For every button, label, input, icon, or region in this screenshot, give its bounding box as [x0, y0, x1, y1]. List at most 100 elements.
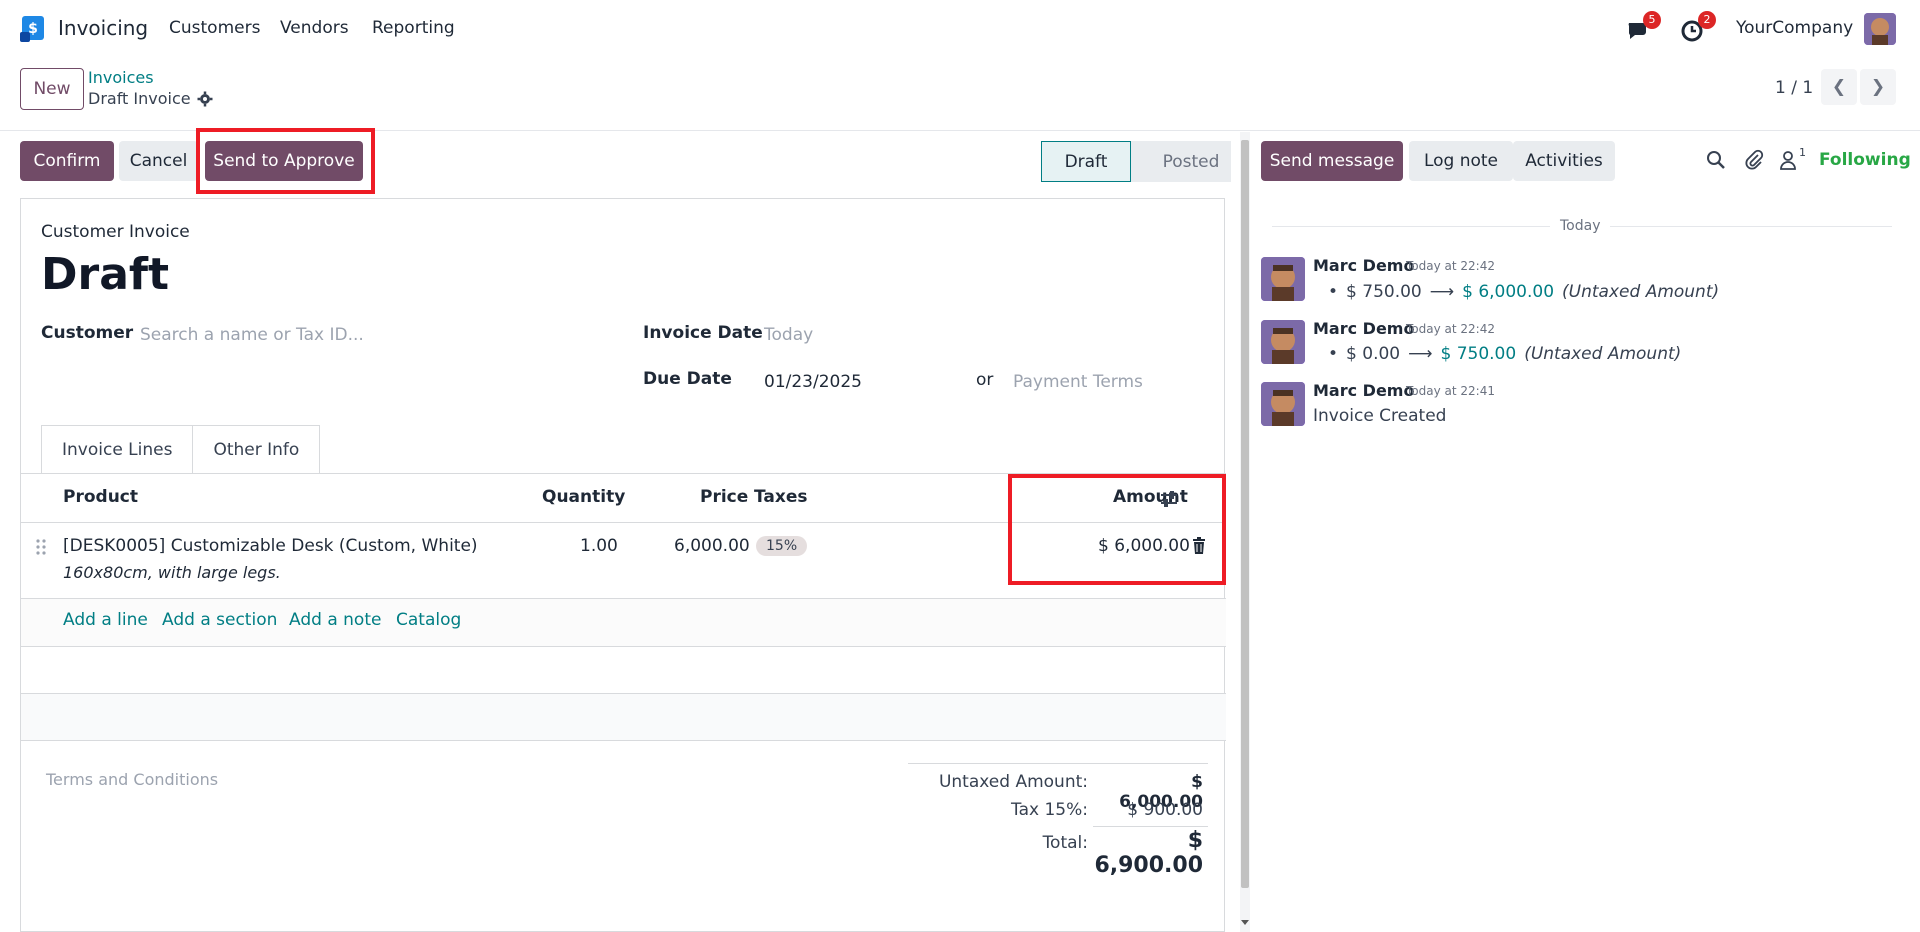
- column-quantity[interactable]: Quantity: [542, 487, 625, 507]
- tracking-old-value: $ 750.00: [1346, 282, 1422, 302]
- bullet-icon: •: [1328, 282, 1339, 302]
- breadcrumb-current-label: Draft Invoice: [88, 89, 191, 108]
- avatar[interactable]: [1261, 320, 1305, 364]
- menu-vendors[interactable]: Vendors: [280, 18, 349, 38]
- invoice-date-input[interactable]: Today: [764, 325, 813, 345]
- following-toggle[interactable]: Following: [1819, 150, 1911, 170]
- tracking-new-value: $ 6,000.00: [1462, 282, 1555, 302]
- line-tax-badge[interactable]: 15%: [756, 536, 808, 556]
- new-button[interactable]: New: [20, 68, 84, 110]
- message-body: • $ 750.00 ⟶ $ 6,000.00 (Untaxed Amount): [1328, 282, 1719, 302]
- form-scrollbar-thumb[interactable]: [1241, 140, 1249, 888]
- due-date-label: Due Date: [643, 369, 732, 389]
- add-line-link[interactable]: Add a line: [63, 610, 148, 630]
- invoice-title: Draft: [41, 249, 170, 300]
- chevron-left-icon: ❮: [1831, 77, 1847, 97]
- row-divider: [21, 598, 1226, 599]
- company-switcher[interactable]: YourCompany: [1736, 18, 1853, 38]
- message-author[interactable]: Marc Demo: [1313, 319, 1414, 338]
- confirm-button[interactable]: Confirm: [20, 141, 114, 181]
- message-time: Today at 22:41: [1406, 384, 1495, 398]
- menu-customers[interactable]: Customers: [169, 18, 260, 38]
- messages-badge: 5: [1643, 11, 1661, 29]
- send-message-button[interactable]: Send message: [1261, 141, 1403, 181]
- cancel-button[interactable]: Cancel: [119, 141, 198, 181]
- app-name[interactable]: Invoicing: [58, 16, 148, 40]
- chevron-right-icon: ❯: [1870, 77, 1886, 97]
- status-draft[interactable]: Draft: [1041, 141, 1131, 182]
- untaxed-label: Untaxed Amount:: [938, 772, 1088, 792]
- catalog-link[interactable]: Catalog: [396, 610, 461, 630]
- message-time: Today at 22:42: [1406, 259, 1495, 273]
- message-text: Invoice Created: [1313, 406, 1447, 426]
- total-value: $ 6,900.00: [1094, 828, 1203, 878]
- empty-row: [21, 694, 1226, 740]
- search-icon[interactable]: [1706, 150, 1726, 170]
- date-separator-line-right: [1610, 226, 1892, 227]
- line-product[interactable]: [DESK0005] Customizable Desk (Custom, Wh…: [63, 536, 478, 556]
- terms-conditions-input[interactable]: Terms and Conditions: [46, 770, 218, 789]
- drag-handle-icon[interactable]: [35, 538, 47, 556]
- column-product[interactable]: Product: [63, 487, 138, 507]
- status-posted[interactable]: Posted: [1131, 141, 1231, 182]
- activities-badge: 2: [1698, 11, 1716, 29]
- top-navbar: $ Invoicing Customers Vendors Reporting …: [0, 0, 1920, 58]
- totals-divider: [908, 763, 1208, 764]
- breadcrumb-current: Draft Invoice: [88, 89, 213, 108]
- bullet-icon: •: [1328, 344, 1339, 364]
- invoice-date-label: Invoice Date: [643, 323, 763, 343]
- followers-icon[interactable]: [1780, 150, 1796, 170]
- invoicing-app-icon[interactable]: $: [20, 16, 46, 42]
- message-author[interactable]: Marc Demo: [1313, 381, 1414, 400]
- or-label: or: [976, 370, 994, 390]
- message-body: • $ 0.00 ⟶ $ 750.00 (Untaxed Amount): [1328, 344, 1681, 364]
- highlight-send-to-approve: [196, 128, 375, 194]
- form-tabs: Invoice Lines Other Info: [41, 425, 321, 473]
- activities-button[interactable]: Activities: [1513, 141, 1615, 181]
- arrow-right-icon: ⟶: [1408, 344, 1433, 364]
- highlight-amount-column: [1008, 474, 1226, 585]
- tracking-new-value: $ 750.00: [1440, 344, 1517, 364]
- line-description[interactable]: 160x80cm, with large legs.: [63, 563, 281, 582]
- tax-value: $ 900.00: [1127, 800, 1203, 820]
- avatar[interactable]: [1261, 257, 1305, 301]
- paperclip-icon[interactable]: [1744, 149, 1764, 171]
- column-taxes[interactable]: Taxes: [754, 487, 808, 507]
- breadcrumb-invoices[interactable]: Invoices: [88, 68, 154, 87]
- menu-reporting[interactable]: Reporting: [372, 18, 455, 38]
- log-note-button[interactable]: Log note: [1409, 141, 1513, 181]
- add-note-link[interactable]: Add a note: [289, 610, 381, 630]
- followers-count: 1: [1799, 146, 1806, 159]
- line-quantity[interactable]: 1.00: [580, 536, 618, 556]
- add-section-link[interactable]: Add a section: [162, 610, 277, 630]
- scroll-down-icon[interactable]: [1239, 918, 1251, 928]
- row-divider: [21, 646, 1226, 647]
- payment-terms-input[interactable]: Payment Terms: [1013, 372, 1143, 392]
- column-price[interactable]: Price: [700, 487, 748, 507]
- row-divider: [21, 740, 1226, 741]
- message-time: Today at 22:42: [1406, 322, 1495, 336]
- tab-other-info[interactable]: Other Info: [193, 425, 321, 473]
- arrow-right-icon: ⟶: [1429, 282, 1455, 302]
- pager-next-button[interactable]: ❯: [1860, 69, 1896, 105]
- tax-label: Tax 15%:: [1011, 800, 1088, 820]
- status-bar: Draft Posted: [1041, 141, 1231, 182]
- line-price[interactable]: 6,000.00: [674, 536, 750, 556]
- messages-icon[interactable]: 5: [1625, 11, 1661, 43]
- pager-previous-button[interactable]: ❮: [1821, 69, 1857, 105]
- message-author[interactable]: Marc Demo: [1313, 256, 1414, 275]
- tracking-field-name: (Untaxed Amount): [1524, 344, 1682, 364]
- tracking-field-name: (Untaxed Amount): [1562, 282, 1720, 302]
- invoice-type-label: Customer Invoice: [41, 222, 190, 242]
- svg-text:$: $: [28, 21, 38, 37]
- total-divider: [1093, 826, 1208, 827]
- tab-invoice-lines[interactable]: Invoice Lines: [41, 425, 194, 473]
- due-date-input[interactable]: 01/23/2025: [764, 372, 862, 392]
- customer-input[interactable]: Search a name or Tax ID...: [140, 325, 364, 345]
- pager-value[interactable]: 1 / 1: [1775, 78, 1813, 98]
- user-avatar[interactable]: [1864, 13, 1896, 45]
- avatar[interactable]: [1261, 382, 1305, 426]
- total-label: Total:: [1042, 833, 1088, 853]
- activities-clock-icon[interactable]: 2: [1680, 11, 1716, 43]
- gear-icon[interactable]: [197, 91, 213, 107]
